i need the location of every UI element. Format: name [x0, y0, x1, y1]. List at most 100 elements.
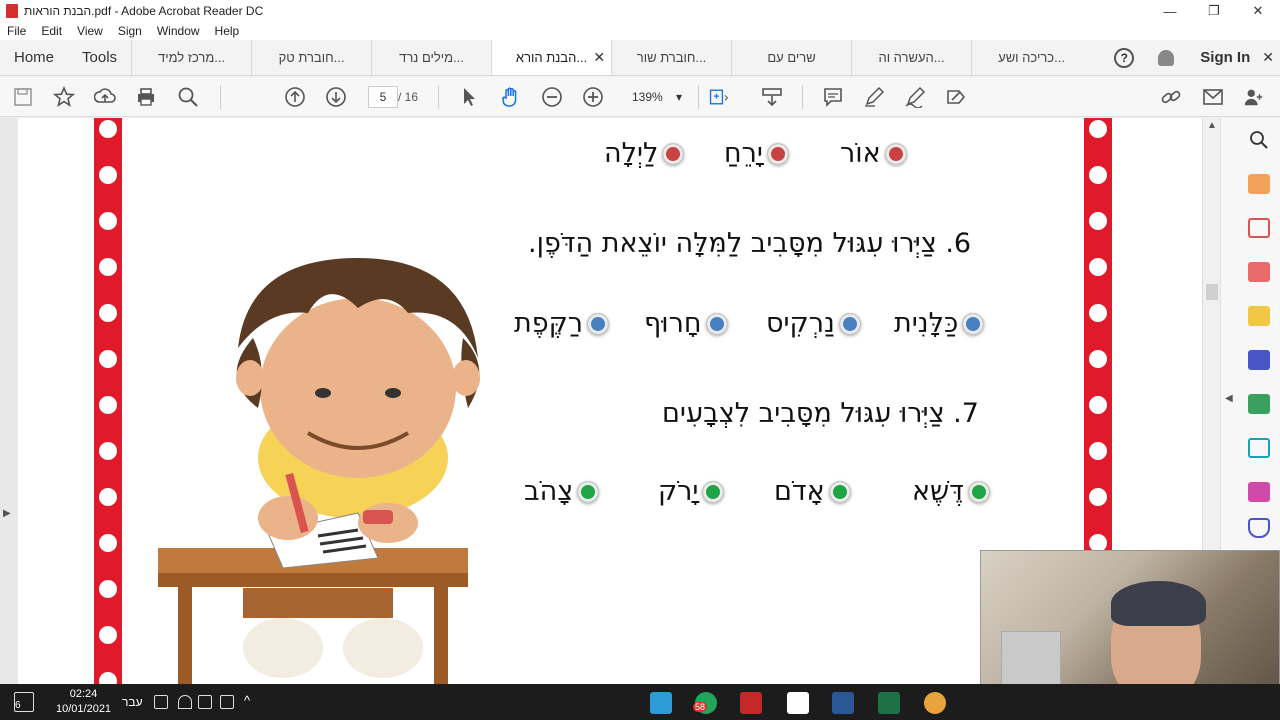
export-pdf-icon[interactable] [1248, 174, 1270, 194]
green-bullet-icon [702, 480, 725, 503]
doc-tab[interactable]: שרים עם [731, 40, 851, 75]
create-pdf-icon[interactable] [1248, 262, 1270, 282]
scrollbar-thumb[interactable] [1206, 284, 1218, 300]
doc-tab[interactable]: חוברת שור... [611, 40, 731, 75]
zoom-in-icon[interactable] [582, 86, 604, 108]
zoom-level-select[interactable]: 139% ▾ [620, 86, 690, 108]
battery-icon[interactable] [220, 695, 234, 709]
option-item[interactable]: נַרְקִיס [766, 308, 861, 339]
option-label: דֶּשֶׁא [912, 476, 964, 507]
doc-tab[interactable]: מילים נרד... [371, 40, 491, 75]
fit-page-icon[interactable] [708, 86, 730, 108]
person-cap [1111, 581, 1206, 626]
menu-sign[interactable]: Sign [111, 24, 150, 38]
search-zoom-icon[interactable] [177, 86, 199, 108]
page-up-icon[interactable] [284, 86, 306, 108]
menu-help[interactable]: Help [208, 24, 248, 38]
send-review-icon[interactable] [1248, 438, 1270, 458]
chrome-app-icon[interactable] [924, 692, 946, 714]
blue-bullet-icon [587, 312, 610, 335]
select-cursor-icon[interactable] [458, 86, 480, 108]
email-icon[interactable] [1202, 86, 1224, 108]
tab-home[interactable]: Home [0, 40, 68, 75]
bookmark-star-icon[interactable] [53, 86, 75, 108]
option-item[interactable]: יָרֹק [658, 476, 725, 507]
protect-shield-icon[interactable] [1248, 518, 1270, 538]
panel-collapse-icon[interactable]: ◀ [1225, 393, 1233, 404]
search-zoom-icon[interactable] [1248, 130, 1270, 150]
doc-tab[interactable]: העשרה וה... [851, 40, 971, 75]
language-indicator[interactable]: עבר [122, 695, 143, 709]
doc-tab-active[interactable]: הבנת הורא... ✕ [491, 40, 612, 75]
notification-center-icon[interactable]: 6 [14, 692, 34, 712]
red-bullet-icon [662, 142, 685, 165]
volume-icon[interactable] [198, 695, 212, 709]
scroll-mode-icon[interactable] [761, 86, 783, 108]
clock[interactable]: 02:24 10/01/2021 [56, 687, 111, 717]
export-excel-icon[interactable] [1248, 394, 1270, 414]
close-x-icon[interactable]: ✕ [1262, 49, 1274, 66]
option-item[interactable]: אָדֹם [774, 476, 851, 507]
blue-bullet-icon [962, 312, 985, 335]
upload-icon[interactable] [94, 86, 116, 108]
option-item[interactable]: חָרוּף [644, 308, 728, 339]
whatsapp-app-icon[interactable]: 58 [693, 692, 717, 714]
menu-edit[interactable]: Edit [34, 24, 70, 38]
tab-tools[interactable]: Tools [68, 40, 131, 75]
sign-icon[interactable] [904, 86, 926, 108]
scroll-up-icon[interactable]: ▲ [1207, 120, 1217, 131]
highlight-pen-icon[interactable] [863, 86, 885, 108]
option-item[interactable]: לַיְלָה [604, 138, 685, 169]
add-user-icon[interactable] [1243, 86, 1265, 108]
hand-tool-icon[interactable] [500, 86, 522, 108]
heart-app-icon[interactable] [787, 692, 809, 714]
show-hidden-icons-chevron-icon[interactable]: ^ [244, 693, 250, 708]
close-tab-icon[interactable]: ✕ [593, 49, 605, 66]
tab-bar: Home Tools מרכז למיד... חוברת טק... מילי… [0, 40, 1280, 76]
doc-tab[interactable]: כריכה ושע... [971, 40, 1091, 75]
option-item[interactable]: אוֹר [840, 138, 907, 169]
restore-button[interactable]: ❐ [1192, 0, 1236, 22]
share-link-icon[interactable] [1160, 86, 1182, 108]
comment-icon[interactable] [822, 86, 844, 108]
option-item[interactable]: דֶּשֶׁא [912, 476, 990, 507]
fill-sign-icon[interactable] [945, 86, 967, 108]
keyboard-icon[interactable] [154, 695, 168, 709]
option-item[interactable]: יָרֵחַ [724, 138, 789, 169]
page-down-icon[interactable] [325, 86, 347, 108]
green-bullet-icon [828, 480, 851, 503]
acrobat-app-icon[interactable] [740, 692, 762, 714]
sign-in-button[interactable]: Sign In [1200, 49, 1250, 66]
green-bullet-icon [967, 480, 990, 503]
toolbar: 5 / 16 139% ▾ [0, 77, 1280, 117]
option-item[interactable]: צָהֹב [524, 476, 600, 507]
page-number-input[interactable]: 5 [368, 86, 398, 108]
clock-date: 10/01/2021 [56, 703, 112, 715]
close-window-button[interactable]: ✕ [1236, 0, 1280, 22]
option-label: לַיְלָה [604, 138, 659, 169]
notification-bell-icon[interactable] [1158, 49, 1175, 66]
fill-sign-tool-icon[interactable] [1248, 482, 1270, 502]
save-icon[interactable] [12, 86, 34, 108]
doc-tab[interactable]: חוברת טק... [251, 40, 371, 75]
word-app-icon[interactable] [832, 692, 854, 714]
menu-window[interactable]: Window [150, 24, 208, 38]
print-icon[interactable] [135, 86, 157, 108]
green-bullet-icon [577, 480, 600, 503]
left-panel-expand-icon[interactable]: ▶ [3, 508, 11, 519]
wifi-icon[interactable] [178, 695, 192, 709]
option-item[interactable]: כַּלָּנִית [894, 308, 985, 339]
doc-tab[interactable]: מרכז למיד... [131, 40, 251, 75]
clock-time: 02:24 [69, 688, 98, 700]
comment-tool-icon[interactable] [1248, 306, 1270, 326]
organize-pages-icon[interactable] [1248, 218, 1270, 238]
combine-files-icon[interactable] [1248, 350, 1270, 370]
menu-view[interactable]: View [70, 24, 111, 38]
help-icon[interactable]: ? [1114, 47, 1135, 68]
zoom-out-icon[interactable] [541, 86, 563, 108]
screen-recorder-app-icon[interactable] [650, 692, 672, 714]
option-item[interactable]: רַקֶּפֶת [514, 308, 610, 339]
minimize-button[interactable]: — [1148, 0, 1192, 22]
menu-file[interactable]: File [0, 24, 34, 38]
excel-app-icon[interactable] [878, 692, 900, 714]
